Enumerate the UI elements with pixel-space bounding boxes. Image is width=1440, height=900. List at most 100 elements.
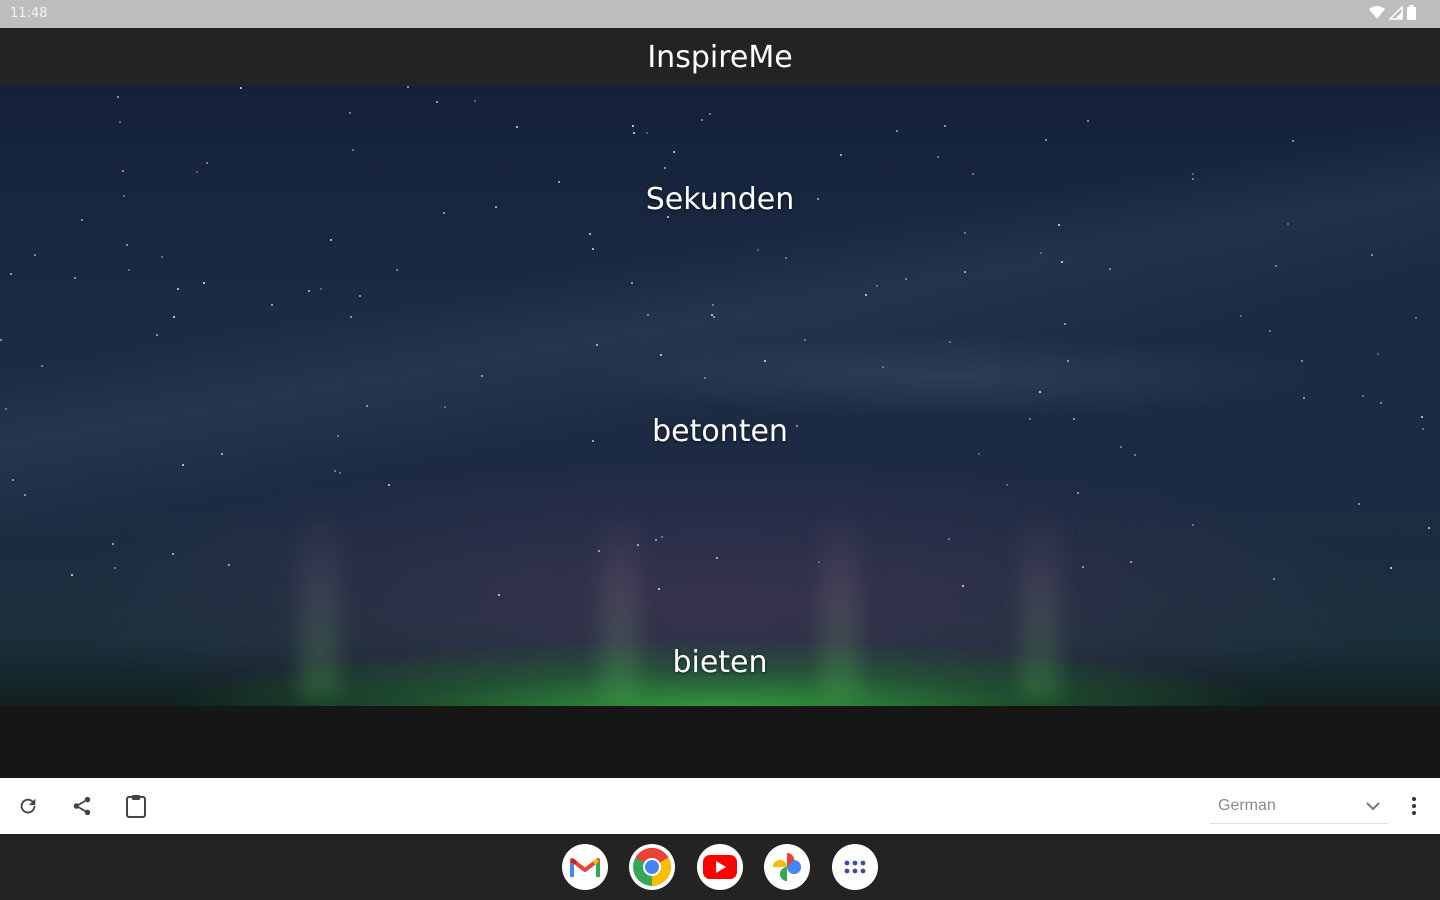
star (949, 341, 951, 343)
youtube-icon (703, 855, 737, 879)
star (664, 167, 666, 169)
star (34, 254, 36, 256)
star (308, 290, 310, 292)
word-first: Sekunden (645, 182, 795, 217)
star (24, 494, 26, 496)
star (156, 334, 158, 336)
star (785, 257, 787, 259)
refresh-icon (20, 798, 36, 814)
star (122, 170, 124, 172)
star (334, 470, 336, 472)
star (589, 233, 591, 235)
star (0, 339, 2, 341)
status-time: 11:48 (10, 6, 48, 21)
star (350, 316, 352, 318)
chrome-app[interactable] (629, 844, 675, 890)
star (41, 365, 43, 367)
star (713, 316, 715, 318)
star (1067, 360, 1069, 362)
wifi-icon (1369, 5, 1385, 19)
star (474, 100, 476, 102)
star (978, 453, 980, 455)
star (1301, 360, 1303, 362)
app-title: InspireMe (647, 39, 793, 75)
star (5, 408, 7, 410)
app-drawer-icon (844, 860, 866, 874)
star (1273, 578, 1275, 580)
star (436, 101, 438, 103)
star (1380, 402, 1382, 404)
clipboard-icon (126, 795, 146, 818)
horizon-ground (0, 706, 1440, 778)
star (359, 295, 361, 297)
star (1130, 561, 1132, 563)
star (1362, 395, 1364, 397)
star (498, 594, 500, 596)
star (937, 156, 939, 158)
star (221, 453, 223, 455)
battery-icon (1407, 5, 1416, 20)
star (407, 86, 409, 88)
star (114, 567, 116, 569)
star (1390, 567, 1392, 569)
star (1082, 566, 1084, 568)
star (1077, 492, 1079, 494)
star (320, 288, 322, 290)
star (661, 536, 663, 538)
star (1087, 120, 1089, 122)
star (1039, 391, 1041, 393)
star (865, 294, 867, 296)
star (366, 405, 368, 407)
star (388, 484, 390, 486)
app-drawer-button[interactable] (832, 844, 878, 890)
star (203, 282, 205, 284)
refresh-button[interactable] (14, 792, 42, 820)
copy-button[interactable] (122, 792, 150, 820)
share-button[interactable] (68, 792, 96, 820)
photos-app[interactable] (764, 844, 810, 890)
youtube-app[interactable] (697, 844, 743, 890)
more-options-button[interactable] (1400, 792, 1428, 820)
gmail-app[interactable] (562, 844, 608, 890)
star (172, 553, 174, 555)
star (177, 288, 179, 290)
star (330, 239, 332, 241)
star (1275, 265, 1277, 267)
star (964, 232, 966, 234)
star (182, 464, 184, 466)
language-select[interactable]: German (1210, 788, 1388, 824)
star (228, 564, 230, 566)
star (1045, 139, 1047, 141)
signal-icon (1389, 5, 1403, 20)
star (112, 543, 114, 545)
star (1040, 252, 1042, 254)
star (349, 112, 351, 114)
word-second: betonten (652, 414, 788, 449)
status-icons (1369, 5, 1416, 20)
gmail-icon (570, 858, 600, 877)
star (1006, 484, 1008, 486)
star (757, 249, 759, 251)
star (196, 171, 198, 173)
status-bar: 11:48 (0, 0, 1440, 28)
star (592, 248, 594, 250)
star (658, 588, 660, 590)
taskbar (0, 834, 1440, 900)
star (240, 87, 242, 89)
star (804, 339, 806, 341)
share-icon (73, 796, 91, 816)
star (71, 574, 73, 576)
star (972, 173, 974, 175)
star (481, 375, 483, 377)
photos-icon (773, 853, 801, 881)
star (647, 314, 649, 316)
star (81, 219, 83, 221)
star (516, 126, 518, 128)
star (1064, 323, 1066, 325)
star (74, 277, 76, 279)
star (1269, 330, 1271, 332)
star (1428, 527, 1430, 529)
app-bar: InspireMe (0, 28, 1440, 86)
star (352, 149, 354, 151)
star (709, 113, 711, 115)
